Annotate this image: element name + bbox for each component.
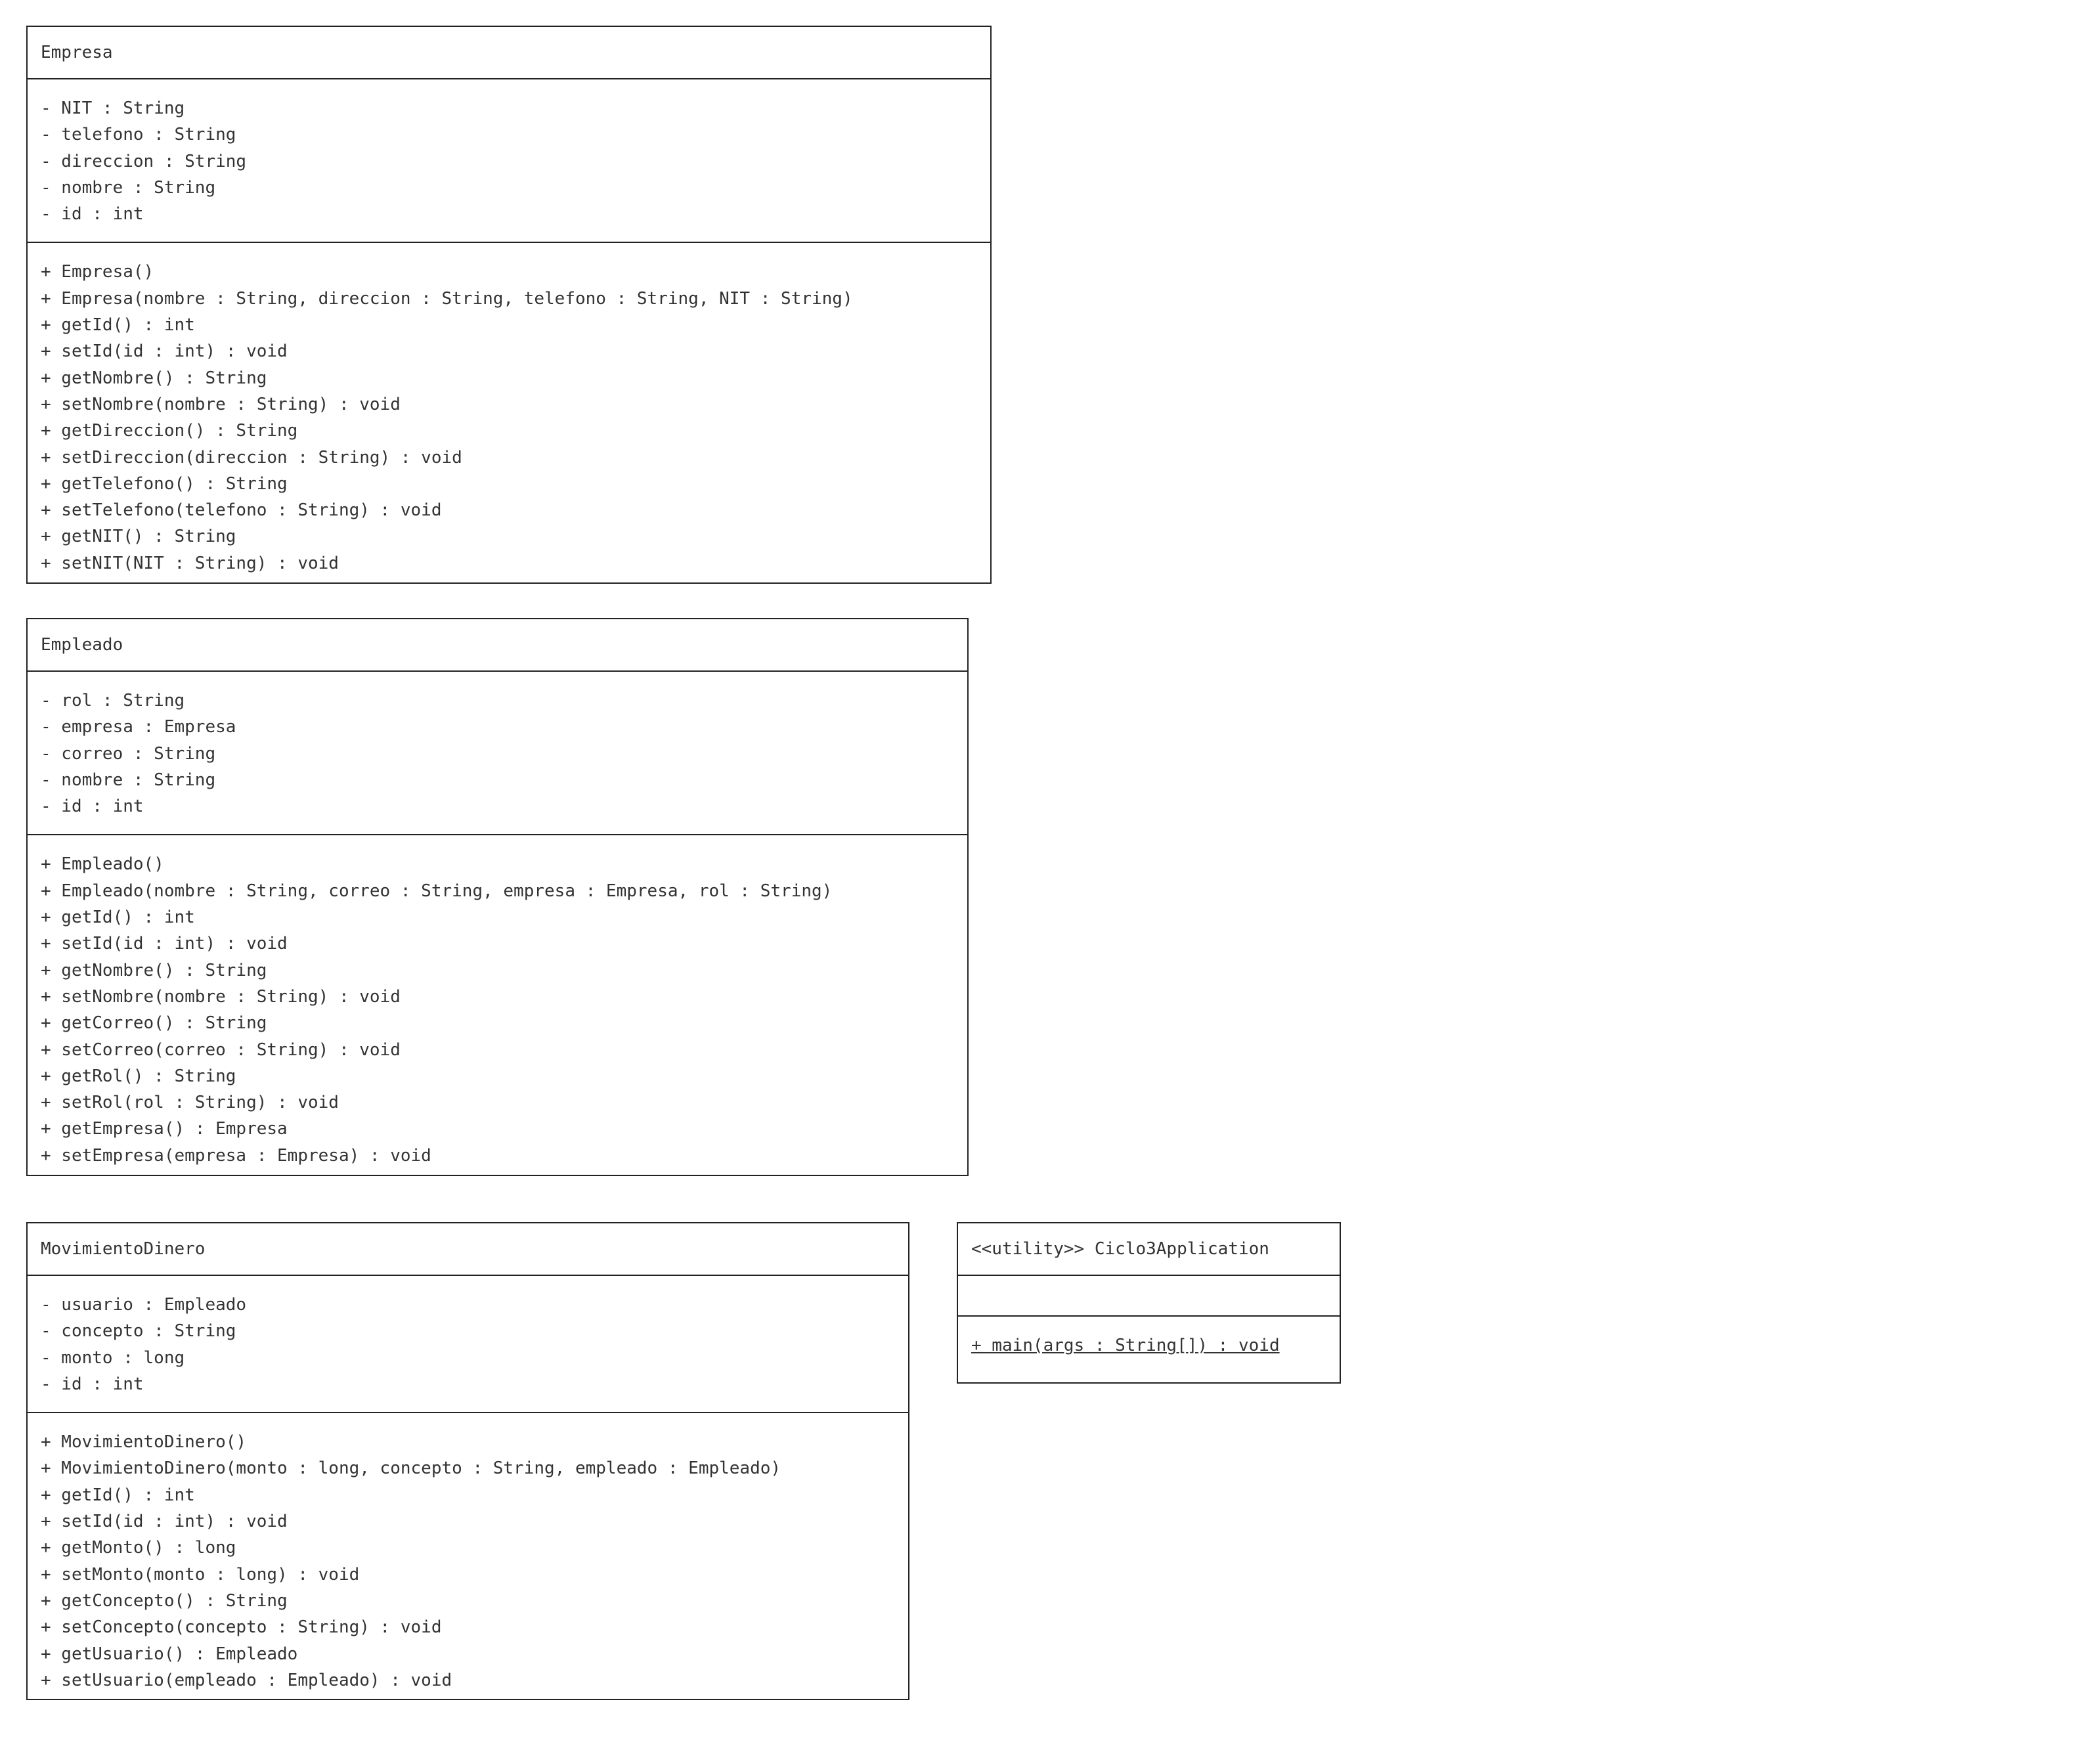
method: + getNombre() : String <box>41 960 267 980</box>
attribute: - direccion : String <box>41 151 247 171</box>
method: + getConcepto() : String <box>41 1590 288 1611</box>
attribute: - telefono : String <box>41 125 236 145</box>
method: + getNIT() : String <box>41 527 236 547</box>
method: + getId() : int <box>41 1485 195 1505</box>
class-name: Empleado <box>28 619 967 672</box>
method: + Empresa(nombre : String, direccion : S… <box>41 288 853 309</box>
method: + setEmpresa(empresa : Empresa) : void <box>41 1145 431 1166</box>
method: + setNombre(nombre : String) : void <box>41 986 401 1007</box>
attribute: - concepto : String <box>41 1321 236 1342</box>
method: + getId() : int <box>41 908 195 928</box>
method: + getNombre() : String <box>41 368 267 388</box>
attribute: - NIT : String <box>41 99 185 118</box>
method: + setConcepto(concepto : String) : void <box>41 1617 442 1638</box>
class-empresa[interactable]: Empresa - NIT : String - telefono : Stri… <box>26 26 992 584</box>
attribute: - id : int <box>41 204 144 225</box>
method: + Empresa() <box>41 262 154 282</box>
method: + getEmpresa() : Empresa <box>41 1119 288 1139</box>
methods-section: + MovimientoDinero() + MovimientoDinero(… <box>28 1412 908 1708</box>
attribute: - id : int <box>41 797 144 817</box>
method: + setTelefono(telefono : String) : void <box>41 500 442 521</box>
methods-section: + Empresa() + Empresa(nombre : String, d… <box>28 242 990 591</box>
method: + getMonto() : long <box>41 1538 236 1558</box>
method: + setUsuario(empleado : Empleado) : void <box>41 1670 452 1690</box>
method: + setId(id : int) : void <box>41 1512 288 1532</box>
method: + getTelefono() : String <box>41 473 288 494</box>
class-name: <<utility>> Ciclo3Application <box>958 1223 1340 1276</box>
method: + Empleado() <box>41 854 164 875</box>
class-name: Empresa <box>28 27 990 79</box>
method: + Empleado(nombre : String, correo : Str… <box>41 881 833 901</box>
method: + setNombre(nombre : String) : void <box>41 394 401 414</box>
method: + getId() : int <box>41 315 195 336</box>
method: + setMonto(monto : long) : void <box>41 1564 360 1585</box>
class-empleado[interactable]: Empleado - rol : String - empresa : Empr… <box>26 618 969 1176</box>
attributes-section <box>958 1276 1340 1315</box>
method: + setCorreo(correo : String) : void <box>41 1040 401 1060</box>
class-ciclo3-application[interactable]: <<utility>> Ciclo3Application + main(arg… <box>957 1222 1341 1384</box>
method: + setId(id : int) : void <box>41 934 288 954</box>
attribute: - rol : String <box>41 691 185 711</box>
attribute: - empresa : Empresa <box>41 717 236 737</box>
methods-section: + main(args : String[]) : void <box>958 1315 1340 1373</box>
method: + setNIT(NIT : String) : void <box>41 553 339 573</box>
attribute: - id : int <box>41 1374 144 1394</box>
attribute: - usuario : Empleado <box>41 1295 247 1315</box>
attribute: - nombre : String <box>41 177 216 198</box>
attribute: - monto : long <box>41 1347 185 1368</box>
method: + setId(id : int) : void <box>41 341 288 362</box>
attributes-section: - rol : String - empresa : Empresa - cor… <box>28 672 967 834</box>
method: + MovimientoDinero(monto : long, concept… <box>41 1458 781 1479</box>
method: + getUsuario() : Empleado <box>41 1644 298 1664</box>
method: + MovimientoDinero() <box>41 1432 247 1453</box>
attributes-section: - NIT : String - telefono : String - dir… <box>28 79 990 242</box>
attributes-section: - usuario : Empleado - concepto : String… <box>28 1276 908 1412</box>
class-name: MovimientoDinero <box>28 1223 908 1276</box>
attribute: - correo : String <box>41 743 216 764</box>
method: + getDireccion() : String <box>41 421 298 441</box>
method: + getCorreo() : String <box>41 1013 267 1034</box>
methods-section: + Empleado() + Empleado(nombre : String,… <box>28 834 967 1183</box>
static-method: + main(args : String[]) : void <box>971 1336 1280 1355</box>
method: + getRol() : String <box>41 1066 236 1086</box>
method: + setDireccion(direccion : String) : voi… <box>41 447 462 468</box>
attribute: - nombre : String <box>41 770 216 790</box>
method: + setRol(rol : String) : void <box>41 1093 339 1113</box>
class-movimiento-dinero[interactable]: MovimientoDinero - usuario : Empleado - … <box>26 1222 909 1700</box>
